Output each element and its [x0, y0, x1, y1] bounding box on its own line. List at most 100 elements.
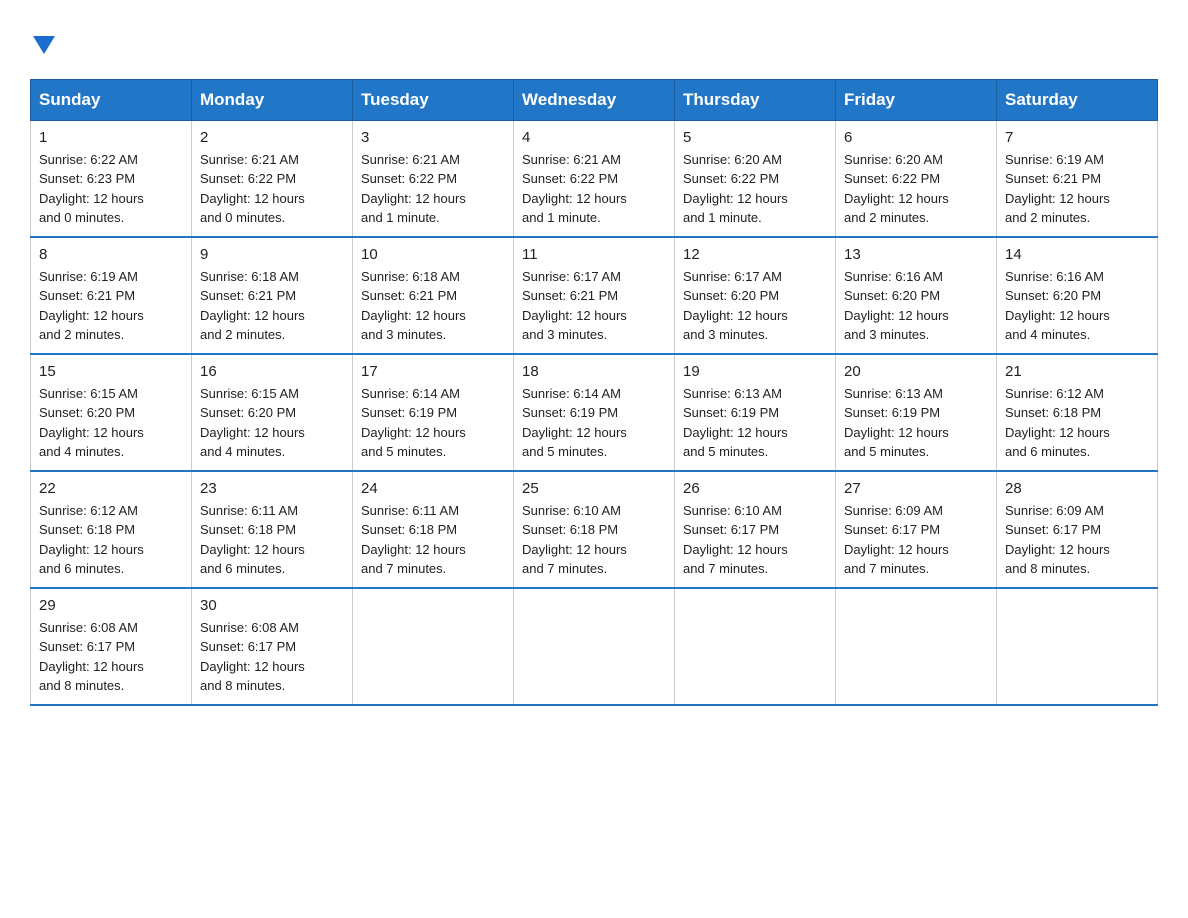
day-info: Sunrise: 6:19 AMSunset: 6:21 PMDaylight:… [1005, 150, 1149, 228]
day-cell: 6 Sunrise: 6:20 AMSunset: 6:22 PMDaylight… [836, 120, 997, 237]
page-header [30, 30, 1158, 59]
header-sunday: Sunday [31, 79, 192, 120]
day-info: Sunrise: 6:16 AMSunset: 6:20 PMDaylight:… [844, 267, 988, 345]
day-info: Sunrise: 6:17 AMSunset: 6:20 PMDaylight:… [683, 267, 827, 345]
day-info: Sunrise: 6:13 AMSunset: 6:19 PMDaylight:… [844, 384, 988, 462]
day-number: 24 [361, 480, 505, 497]
day-number: 25 [522, 480, 666, 497]
day-cell: 19Sunrise: 6:13 AMSunset: 6:19 PMDayligh… [675, 354, 836, 471]
day-number: 1 [39, 129, 183, 146]
day-cell: 4 Sunrise: 6:21 AMSunset: 6:22 PMDaylight… [514, 120, 675, 237]
day-cell: 25 Sunrise: 6:10 AMSunset: 6:18 PMDayligh… [514, 471, 675, 588]
day-number: 18 [522, 363, 666, 380]
day-info: Sunrise: 6:10 AMSunset: 6:18 PMDaylight:… [522, 501, 666, 579]
day-number: 26 [683, 480, 827, 497]
day-info: Sunrise: 6:17 AMSunset: 6:21 PMDaylight:… [522, 267, 666, 345]
day-number: 22 [39, 480, 183, 497]
day-cell: 3 Sunrise: 6:21 AMSunset: 6:22 PMDaylight… [353, 120, 514, 237]
day-info: Sunrise: 6:12 AMSunset: 6:18 PMDaylight:… [1005, 384, 1149, 462]
week-row-5: 29Sunrise: 6:08 AMSunset: 6:17 PMDayligh… [31, 588, 1158, 705]
day-cell [836, 588, 997, 705]
day-number: 4 [522, 129, 666, 146]
day-number: 7 [1005, 129, 1149, 146]
day-number: 6 [844, 129, 988, 146]
header-saturday: Saturday [997, 79, 1158, 120]
day-number: 5 [683, 129, 827, 146]
day-cell: 2 Sunrise: 6:21 AMSunset: 6:22 PMDaylight… [192, 120, 353, 237]
day-number: 2 [200, 129, 344, 146]
day-info: Sunrise: 6:20 AMSunset: 6:22 PMDaylight:… [683, 150, 827, 228]
day-cell: 12 Sunrise: 6:17 AMSunset: 6:20 PMDayligh… [675, 237, 836, 354]
day-cell: 11 Sunrise: 6:17 AMSunset: 6:21 PMDayligh… [514, 237, 675, 354]
day-info: Sunrise: 6:09 AMSunset: 6:17 PMDaylight:… [844, 501, 988, 579]
day-info: Sunrise: 6:11 AMSunset: 6:18 PMDaylight:… [200, 501, 344, 579]
day-number: 19 [683, 363, 827, 380]
day-number: 23 [200, 480, 344, 497]
day-cell: 1Sunrise: 6:22 AMSunset: 6:23 PMDaylight… [31, 120, 192, 237]
calendar-header-row: SundayMondayTuesdayWednesdayThursdayFrid… [31, 79, 1158, 120]
day-info: Sunrise: 6:14 AMSunset: 6:19 PMDaylight:… [522, 384, 666, 462]
day-cell: 22 Sunrise: 6:12 AMSunset: 6:18 PMDayligh… [31, 471, 192, 588]
logo [30, 30, 55, 59]
day-info: Sunrise: 6:11 AMSunset: 6:18 PMDaylight:… [361, 501, 505, 579]
day-number: 28 [1005, 480, 1149, 497]
day-cell: 9 Sunrise: 6:18 AMSunset: 6:21 PMDaylight… [192, 237, 353, 354]
day-number: 8 [39, 246, 183, 263]
day-number: 13 [844, 246, 988, 263]
day-cell: 27Sunrise: 6:09 AMSunset: 6:17 PMDayligh… [836, 471, 997, 588]
day-cell: 29Sunrise: 6:08 AMSunset: 6:17 PMDayligh… [31, 588, 192, 705]
day-number: 17 [361, 363, 505, 380]
day-info: Sunrise: 6:15 AMSunset: 6:20 PMDaylight:… [200, 384, 344, 462]
day-cell: 14 Sunrise: 6:16 AMSunset: 6:20 PMDayligh… [997, 237, 1158, 354]
day-info: Sunrise: 6:10 AMSunset: 6:17 PMDaylight:… [683, 501, 827, 579]
calendar-table: SundayMondayTuesdayWednesdayThursdayFrid… [30, 79, 1158, 706]
day-cell [353, 588, 514, 705]
header-friday: Friday [836, 79, 997, 120]
header-thursday: Thursday [675, 79, 836, 120]
day-cell: 8 Sunrise: 6:19 AMSunset: 6:21 PMDaylight… [31, 237, 192, 354]
day-number: 30 [200, 597, 344, 614]
day-info: Sunrise: 6:12 AMSunset: 6:18 PMDaylight:… [39, 501, 183, 579]
day-cell: 28 Sunrise: 6:09 AMSunset: 6:17 PMDayligh… [997, 471, 1158, 588]
week-row-3: 15 Sunrise: 6:15 AMSunset: 6:20 PMDayligh… [31, 354, 1158, 471]
day-number: 9 [200, 246, 344, 263]
day-info: Sunrise: 6:18 AMSunset: 6:21 PMDaylight:… [200, 267, 344, 345]
day-info: Sunrise: 6:09 AMSunset: 6:17 PMDaylight:… [1005, 501, 1149, 579]
day-number: 3 [361, 129, 505, 146]
day-number: 16 [200, 363, 344, 380]
day-cell: 10 Sunrise: 6:18 AMSunset: 6:21 PMDayligh… [353, 237, 514, 354]
day-cell: 21Sunrise: 6:12 AMSunset: 6:18 PMDayligh… [997, 354, 1158, 471]
week-row-1: 1Sunrise: 6:22 AMSunset: 6:23 PMDaylight… [31, 120, 1158, 237]
day-cell: 18 Sunrise: 6:14 AMSunset: 6:19 PMDayligh… [514, 354, 675, 471]
header-monday: Monday [192, 79, 353, 120]
day-info: Sunrise: 6:21 AMSunset: 6:22 PMDaylight:… [522, 150, 666, 228]
day-number: 12 [683, 246, 827, 263]
day-info: Sunrise: 6:16 AMSunset: 6:20 PMDaylight:… [1005, 267, 1149, 345]
day-cell: 17 Sunrise: 6:14 AMSunset: 6:19 PMDayligh… [353, 354, 514, 471]
logo-triangle-icon [33, 32, 55, 54]
day-info: Sunrise: 6:21 AMSunset: 6:22 PMDaylight:… [200, 150, 344, 228]
day-cell: 13 Sunrise: 6:16 AMSunset: 6:20 PMDayligh… [836, 237, 997, 354]
week-row-2: 8 Sunrise: 6:19 AMSunset: 6:21 PMDaylight… [31, 237, 1158, 354]
day-info: Sunrise: 6:15 AMSunset: 6:20 PMDaylight:… [39, 384, 183, 462]
day-cell: 16 Sunrise: 6:15 AMSunset: 6:20 PMDayligh… [192, 354, 353, 471]
day-info: Sunrise: 6:08 AMSunset: 6:17 PMDaylight:… [200, 618, 344, 696]
day-info: Sunrise: 6:19 AMSunset: 6:21 PMDaylight:… [39, 267, 183, 345]
day-info: Sunrise: 6:08 AMSunset: 6:17 PMDaylight:… [39, 618, 183, 696]
day-number: 10 [361, 246, 505, 263]
day-cell: 20 Sunrise: 6:13 AMSunset: 6:19 PMDayligh… [836, 354, 997, 471]
day-info: Sunrise: 6:18 AMSunset: 6:21 PMDaylight:… [361, 267, 505, 345]
day-number: 14 [1005, 246, 1149, 263]
day-number: 15 [39, 363, 183, 380]
logo-block [30, 30, 55, 59]
day-info: Sunrise: 6:20 AMSunset: 6:22 PMDaylight:… [844, 150, 988, 228]
week-row-4: 22 Sunrise: 6:12 AMSunset: 6:18 PMDayligh… [31, 471, 1158, 588]
day-cell: 30 Sunrise: 6:08 AMSunset: 6:17 PMDayligh… [192, 588, 353, 705]
day-number: 11 [522, 246, 666, 263]
day-info: Sunrise: 6:14 AMSunset: 6:19 PMDaylight:… [361, 384, 505, 462]
day-info: Sunrise: 6:21 AMSunset: 6:22 PMDaylight:… [361, 150, 505, 228]
day-cell [514, 588, 675, 705]
day-cell: 24 Sunrise: 6:11 AMSunset: 6:18 PMDayligh… [353, 471, 514, 588]
header-wednesday: Wednesday [514, 79, 675, 120]
day-number: 20 [844, 363, 988, 380]
